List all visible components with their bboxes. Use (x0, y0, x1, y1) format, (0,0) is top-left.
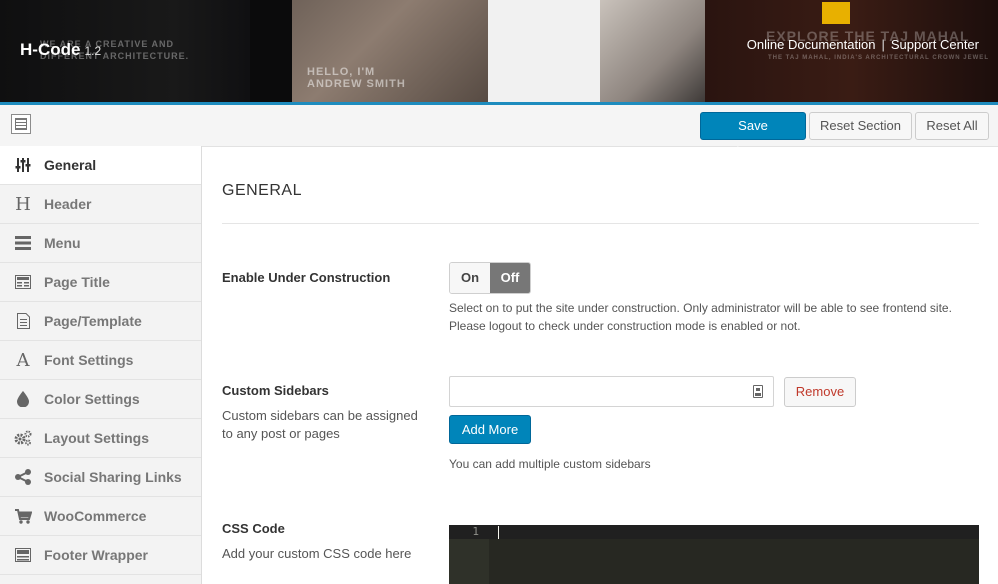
custom-sidebars-subtitle: Custom sidebars can be assigned to any p… (222, 408, 418, 441)
app-name: H-Code (20, 40, 81, 59)
expand-options-icon[interactable] (11, 114, 31, 134)
sidebar-item-label: Page/Template (44, 313, 142, 329)
sidebar-item-label: Footer Wrapper (44, 547, 148, 563)
remove-sidebar-button[interactable]: Remove (784, 377, 856, 407)
add-more-button[interactable]: Add More (449, 415, 531, 444)
editor-active-line (449, 525, 979, 539)
sidebar-item-font-settings[interactable]: A Font Settings (0, 341, 201, 380)
app-version: 1.2 (84, 44, 102, 58)
under-construction-switch: On Off (449, 262, 531, 294)
contact-card-icon (753, 385, 763, 398)
sidebar-item-label: Page Title (44, 274, 110, 290)
editor-line-number: 1 (472, 525, 479, 538)
page-template-icon (14, 312, 32, 330)
sidebar-item-footer-wrapper[interactable]: Footer Wrapper (0, 536, 201, 575)
share-icon (14, 468, 32, 486)
header-h-icon: H (15, 193, 31, 215)
banner-thumb-4 (488, 0, 998, 102)
cart-icon (14, 507, 32, 525)
sidebar-item-label: Header (44, 196, 92, 212)
under-construction-description: Select on to put the site under construc… (449, 301, 952, 333)
sidebar-item-social-sharing-links[interactable]: Social Sharing Links (0, 458, 201, 497)
options-toolbar: Save Changes Reset Section Reset All (0, 105, 998, 159)
color-drop-icon (14, 390, 32, 408)
banner-promo-text-4: THE TAJ MAHAL, INDIA'S ARCHITECTURAL CRO… (768, 55, 989, 61)
sliders-icon (14, 156, 32, 174)
banner-thumb-2 (250, 0, 292, 102)
custom-sidebar-input[interactable] (449, 376, 774, 407)
editor-cursor (498, 526, 499, 539)
sidebar-item-label: WooCommerce (44, 508, 147, 524)
section-divider (222, 223, 979, 224)
header-banner: WE ARE A CREATIVE AND DIFFERENT ARCHITEC… (0, 0, 998, 102)
banner-badge (822, 2, 850, 24)
settings-sidebar: General H Header Menu Page Title Page/Te… (0, 146, 202, 584)
sidebar-item-label: Font Settings (44, 352, 134, 368)
footer-icon (14, 546, 32, 564)
sidebar-item-woocommerce[interactable]: WooCommerce (0, 497, 201, 536)
custom-sidebars-description: You can add multiple custom sidebars (449, 457, 651, 471)
online-documentation-link[interactable]: Online Documentation (747, 37, 876, 52)
sidebar-item-label: Color Settings (44, 391, 140, 407)
custom-sidebars-label: Custom Sidebars (222, 383, 329, 398)
css-code-editor[interactable]: 1 (449, 525, 979, 584)
support-center-link[interactable]: Support Center (891, 37, 979, 52)
sidebar-item-page-title[interactable]: Page Title (0, 263, 201, 302)
reset-all-button[interactable]: Reset All (915, 112, 989, 140)
sidebar-item-general[interactable]: General (0, 146, 201, 185)
sidebar-item-layout-settings[interactable]: Layout Settings (0, 419, 201, 458)
sidebar-item-label: Social Sharing Links (44, 469, 182, 485)
switch-on-option[interactable]: On (450, 263, 490, 293)
css-code-label: CSS Code (222, 521, 285, 536)
section-title: GENERAL (222, 182, 302, 199)
font-icon: A (16, 349, 30, 371)
sidebar-item-page-template[interactable]: Page/Template (0, 302, 201, 341)
sidebar-item-header[interactable]: H Header (0, 185, 201, 224)
app-brand: H-Code 1.2 (20, 40, 101, 60)
switch-off-option[interactable]: Off (490, 263, 530, 293)
under-construction-label: Enable Under Construction (222, 270, 391, 285)
header-links: Online Documentation | Support Center (747, 37, 979, 52)
sidebar-item-color-settings[interactable]: Color Settings (0, 380, 201, 419)
gears-icon (14, 429, 32, 447)
sidebar-item-label: General (44, 157, 97, 173)
settings-panel: GENERAL Enable Under Construction On Off… (202, 146, 998, 584)
sidebar-item-menu[interactable]: Menu (0, 224, 201, 263)
css-code-subtitle: Add your custom CSS code here (222, 546, 412, 561)
link-separator: | (881, 37, 885, 52)
save-changes-button[interactable]: Save Changes (700, 112, 806, 159)
sidebar-item-label: Layout Settings (44, 430, 150, 446)
sidebar-item-label: Menu (44, 235, 81, 251)
banner-thumb-5 (600, 0, 705, 102)
banner-promo-text-2: HELLO, I'M ANDREW SMITH (307, 66, 406, 90)
reset-section-button[interactable]: Reset Section (809, 112, 912, 140)
menu-bars-icon (14, 234, 32, 252)
page-title-icon (14, 273, 32, 291)
